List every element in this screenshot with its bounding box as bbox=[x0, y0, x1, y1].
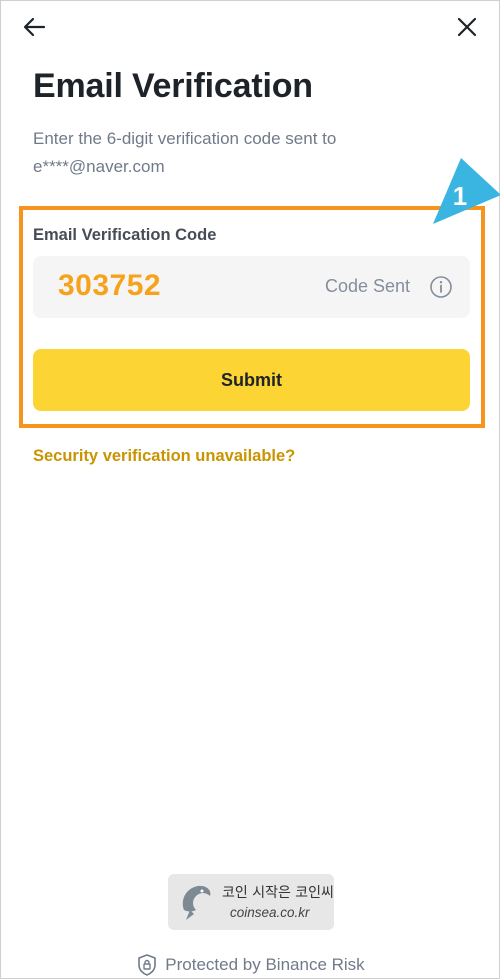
footer-text: Protected by Binance Risk bbox=[165, 955, 365, 974]
code-field-label: Email Verification Code bbox=[33, 226, 217, 244]
dolphin-logo-icon bbox=[182, 885, 211, 920]
close-icon bbox=[457, 17, 477, 37]
top-bar bbox=[1, 1, 500, 53]
code-sent-status: Code Sent bbox=[325, 276, 411, 296]
submit-button[interactable]: Submit bbox=[33, 349, 470, 411]
close-button[interactable] bbox=[453, 13, 481, 41]
back-button[interactable] bbox=[21, 13, 49, 41]
step-marker: 1 bbox=[433, 158, 500, 224]
info-circle-icon[interactable] bbox=[429, 275, 453, 299]
step-marker-number: 1 bbox=[453, 181, 467, 211]
page-description: Enter the 6-digit verification code sent… bbox=[33, 129, 337, 176]
arrow-left-icon bbox=[23, 17, 46, 37]
watermark-badge: 코인 시작은 코인씨 coinsea.co.kr bbox=[168, 874, 334, 930]
shield-lock-icon bbox=[138, 954, 157, 976]
footer: Protected by Binance Risk bbox=[1, 954, 500, 978]
code-value[interactable]: 303752 bbox=[58, 269, 161, 303]
page-title: Email Verification bbox=[33, 67, 313, 105]
watermark-text-korean: 코인 시작은 코인씨 bbox=[222, 885, 334, 901]
app-frame: Email Verification Enter the 6-digit ver… bbox=[0, 0, 500, 979]
watermark-url: coinsea.co.kr bbox=[230, 905, 310, 920]
security-unavailable-link[interactable]: Security verification unavailable? bbox=[33, 447, 295, 466]
verification-code-input[interactable]: 303752 Code Sent bbox=[33, 256, 470, 318]
